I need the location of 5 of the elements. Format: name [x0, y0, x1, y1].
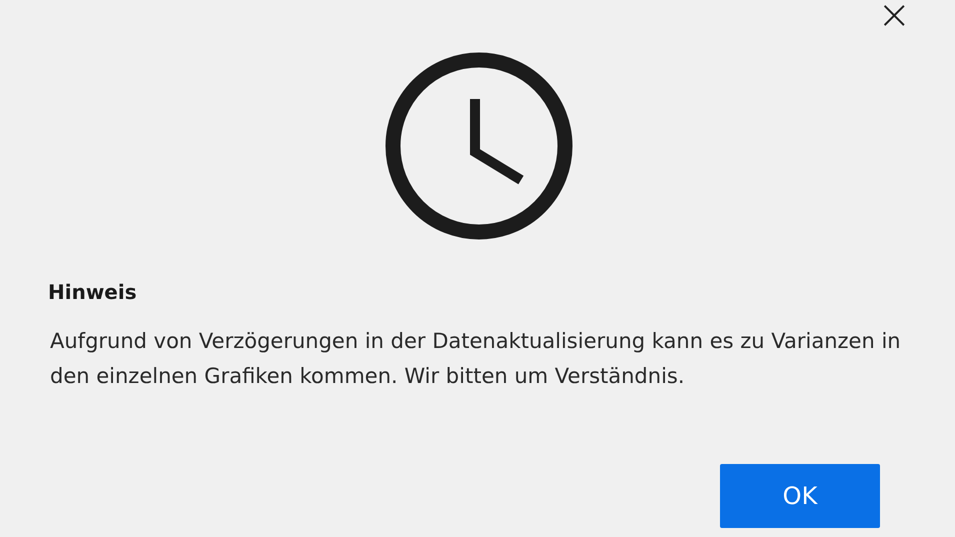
ok-button[interactable]: OK	[720, 464, 880, 528]
dialog-message: Aufgrund von Verzögerungen in der Datenaktualisierung kann es zu Varianzen in den einzelnen Grafiken kommen. Wir bitten um Verständnis.	[50, 328, 902, 390]
close-button[interactable]: ×	[877, 0, 911, 30]
dialog-title: Hinweis	[48, 280, 138, 304]
clock-icon	[384, 52, 572, 240]
